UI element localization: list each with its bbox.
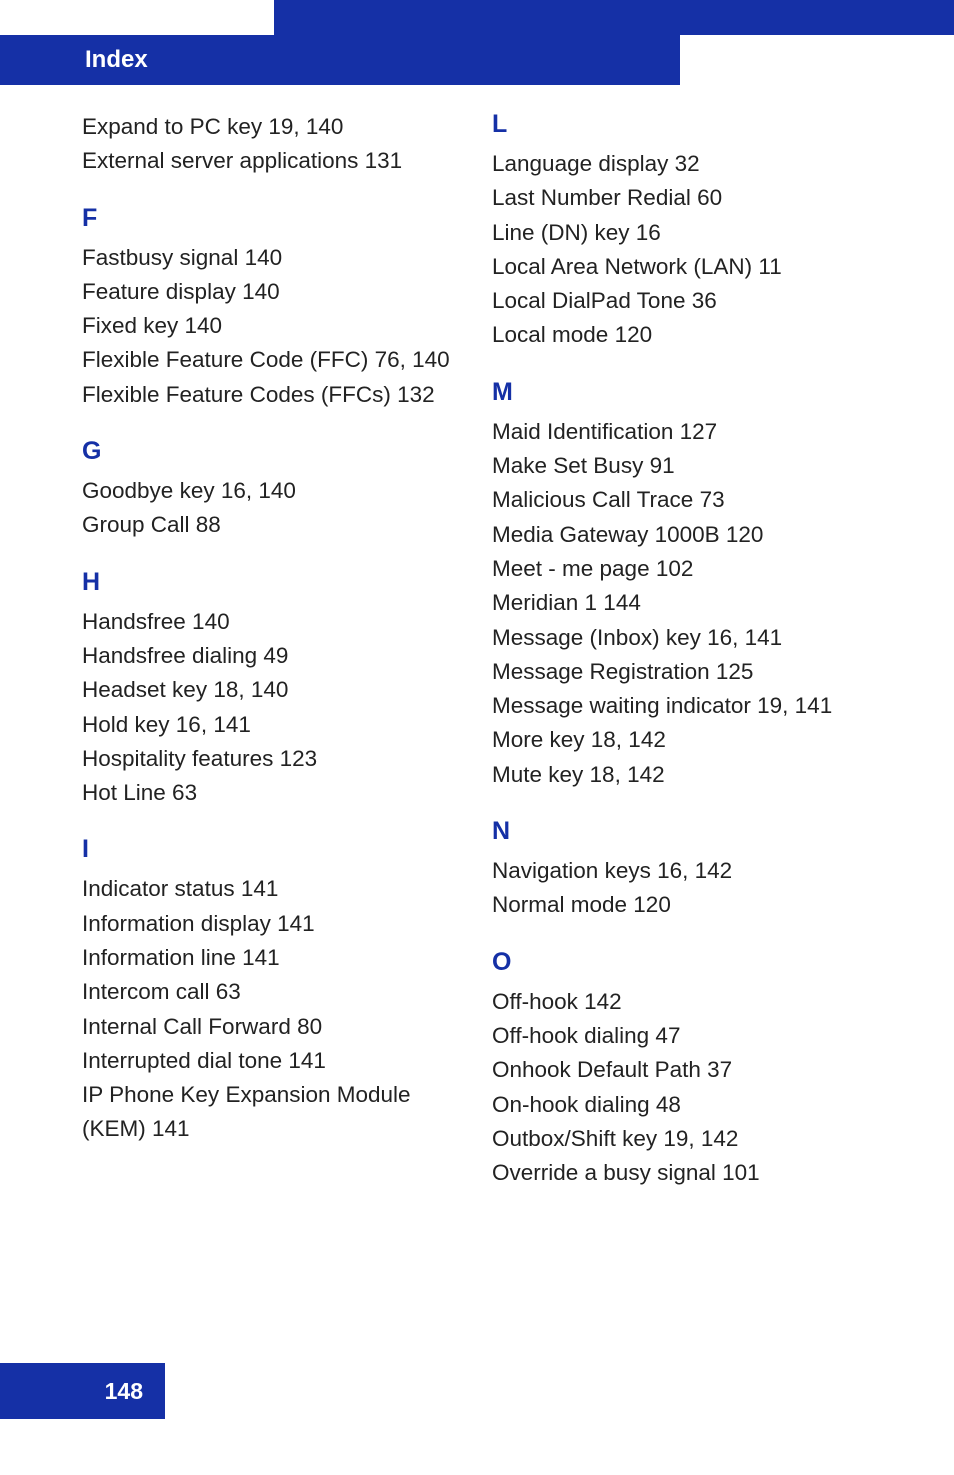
index-letter-i: I <box>82 835 462 864</box>
index-entry[interactable]: Onhook Default Path 37 <box>492 1053 872 1086</box>
index-entry[interactable]: Goodbye key 16, 140 <box>82 474 462 507</box>
index-entry[interactable]: Local Area Network (LAN) 11 <box>492 250 872 283</box>
index-entry[interactable]: Message (Inbox) key 16, 141 <box>492 621 872 654</box>
index-entry[interactable]: Group Call 88 <box>82 508 462 541</box>
index-entry[interactable]: Fixed key 140 <box>82 309 462 342</box>
index-entry[interactable]: Off-hook dialing 47 <box>492 1019 872 1052</box>
index-entry[interactable]: Information display 141 <box>82 907 462 940</box>
top-banner <box>274 0 954 35</box>
index-entry[interactable]: Meridian 1 144 <box>492 586 872 619</box>
index-entry[interactable]: Last Number Redial 60 <box>492 181 872 214</box>
index-entry[interactable]: Hold key 16, 141 <box>82 708 462 741</box>
index-entry[interactable]: Interrupted dial tone 141 <box>82 1044 462 1077</box>
index-entry[interactable]: Headset key 18, 140 <box>82 673 462 706</box>
index-entry[interactable]: Expand to PC key 19, 140 <box>82 110 462 143</box>
header-bar: Index <box>0 35 680 85</box>
index-entry[interactable]: Normal mode 120 <box>492 888 872 921</box>
index-entry[interactable]: Local DialPad Tone 36 <box>492 284 872 317</box>
index-entry[interactable]: Flexible Feature Code (FFC) 76, 140 <box>82 343 462 376</box>
index-entry[interactable]: Media Gateway 1000B 120 <box>492 518 872 551</box>
right-column: L Language display 32Last Number Redial 6… <box>492 110 872 1190</box>
index-letter-f: F <box>82 204 462 233</box>
index-entry[interactable]: More key 18, 142 <box>492 723 872 756</box>
index-entry[interactable]: Feature display 140 <box>82 275 462 308</box>
index-entry[interactable]: Indicator status 141 <box>82 872 462 905</box>
index-entry[interactable]: Make Set Busy 91 <box>492 449 872 482</box>
index-entry[interactable]: Override a busy signal 101 <box>492 1156 872 1189</box>
index-entry[interactable]: IP Phone Key Expansion Module (KEM) 141 <box>82 1078 462 1145</box>
index-letter-g: G <box>82 437 462 466</box>
index-entry[interactable]: Local mode 120 <box>492 318 872 351</box>
page-number: 148 <box>105 1378 143 1405</box>
index-entry[interactable]: Flexible Feature Codes (FFCs) 132 <box>82 378 462 411</box>
content-area: Expand to PC key 19, 140External server … <box>82 110 872 1190</box>
page-footer: 148 <box>0 1363 165 1419</box>
header-title: Index <box>85 46 148 74</box>
left-column: Expand to PC key 19, 140External server … <box>82 110 462 1190</box>
index-entry[interactable]: External server applications 131 <box>82 144 462 177</box>
index-entry[interactable]: Navigation keys 16, 142 <box>492 854 872 887</box>
index-entry[interactable]: Internal Call Forward 80 <box>82 1010 462 1043</box>
index-entry[interactable]: Information line 141 <box>82 941 462 974</box>
index-entry[interactable]: Hospitality features 123 <box>82 742 462 775</box>
index-entry[interactable]: Fastbusy signal 140 <box>82 241 462 274</box>
index-entry[interactable]: Meet - me page 102 <box>492 552 872 585</box>
index-entry[interactable]: On-hook dialing 48 <box>492 1088 872 1121</box>
index-entry[interactable]: Language display 32 <box>492 147 872 180</box>
index-letter-h: H <box>82 568 462 597</box>
index-letter-o: O <box>492 948 872 977</box>
index-entry[interactable]: Maid Identification 127 <box>492 415 872 448</box>
index-letter-m: M <box>492 378 872 407</box>
index-entry[interactable]: Line (DN) key 16 <box>492 216 872 249</box>
index-entry[interactable]: Handsfree dialing 49 <box>82 639 462 672</box>
index-entry[interactable]: Message Registration 125 <box>492 655 872 688</box>
index-entry[interactable]: Message waiting indicator 19, 141 <box>492 689 872 722</box>
index-entry[interactable]: Off-hook 142 <box>492 985 872 1018</box>
index-letter-n: N <box>492 817 872 846</box>
index-entry[interactable]: Handsfree 140 <box>82 605 462 638</box>
index-entry[interactable]: Intercom call 63 <box>82 975 462 1008</box>
index-entry[interactable]: Hot Line 63 <box>82 776 462 809</box>
index-entry[interactable]: Malicious Call Trace 73 <box>492 483 872 516</box>
index-letter-l: L <box>492 110 872 139</box>
index-entry[interactable]: Outbox/Shift key 19, 142 <box>492 1122 872 1155</box>
index-entry[interactable]: Mute key 18, 142 <box>492 758 872 791</box>
